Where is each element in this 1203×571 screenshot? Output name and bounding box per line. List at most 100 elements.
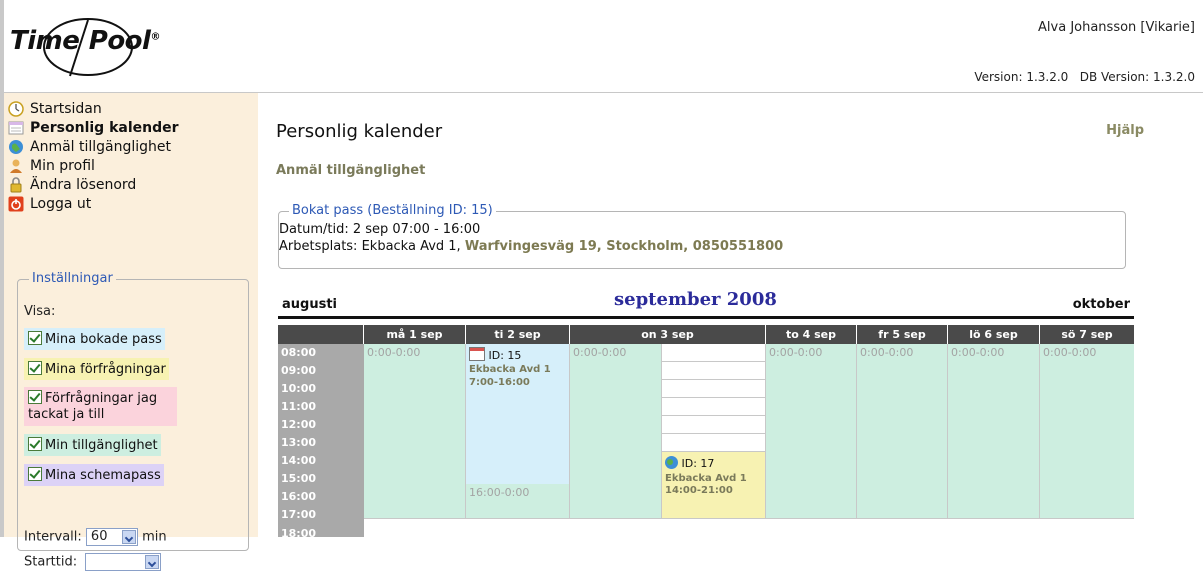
- day-cell: ID: 15 Ekbacka Avd 1 7:00-16:00 16:00-0:…: [466, 344, 570, 518]
- day-header: ti 2 sep: [466, 325, 570, 344]
- time-column: 08:00 09:00 10:00 11:00 12:00 13:00 14:0…: [278, 344, 364, 540]
- day-cell-availability[interactable]: 0:00-0:00: [857, 344, 948, 518]
- version-info: Version: 1.3.2.0 DB Version: 1.3.2.0: [974, 70, 1195, 84]
- checkbox-checked-icon[interactable]: [28, 331, 42, 345]
- booked-event[interactable]: ID: 15 Ekbacka Avd 1 7:00-16:00: [466, 344, 569, 485]
- day-cell-availability[interactable]: 0:00-0:00: [766, 344, 857, 518]
- day-cell-availability[interactable]: 16:00-0:00: [466, 484, 569, 518]
- availability-time: 16:00-0:00: [469, 486, 530, 499]
- day-header: lö 6 sep: [948, 325, 1040, 344]
- time-label: 11:00: [281, 400, 317, 413]
- checkbox-min-tillganglighet[interactable]: Min tillgänglighet: [24, 434, 161, 456]
- time-slot[interactable]: [662, 416, 765, 434]
- time-label: 13:00: [281, 436, 317, 449]
- month-navigation: augusti september 2008 oktober: [278, 287, 1134, 317]
- time-column-header: [278, 325, 364, 344]
- calendar-icon: [469, 347, 485, 361]
- availability-time: 0:00-0:00: [1043, 346, 1097, 359]
- nav-label: Personlig kalender: [30, 120, 179, 136]
- time-label: 12:00: [281, 418, 317, 431]
- checkbox-mina-schemapass[interactable]: Mina schemapass: [24, 464, 164, 486]
- starttid-row: Starttid:: [24, 553, 162, 571]
- day-header: to 4 sep: [766, 325, 857, 344]
- intervall-unit: min: [142, 529, 167, 545]
- prev-month-link[interactable]: augusti: [282, 297, 337, 312]
- checkbox-mina-forfragningar[interactable]: Mina förfrågningar: [24, 358, 169, 380]
- day-cell-availability[interactable]: 0:00-0:00: [948, 344, 1040, 518]
- lock-icon: [8, 177, 24, 193]
- current-user: Alva Johansson [Vikarie]: [1038, 20, 1195, 35]
- workplace-label: Arbetsplats: Ekbacka Avd 1,: [279, 239, 465, 254]
- availability-time: 0:00-0:00: [769, 346, 823, 359]
- timepool-logo[interactable]: Time.Pool®: [10, 14, 170, 78]
- day-cell-availability[interactable]: 0:00-0:00: [1040, 344, 1134, 518]
- time-label: 16:00: [281, 490, 317, 503]
- sidebar: Startsidan Personlig kalender Anmäl till…: [4, 93, 258, 571]
- intervall-label: Intervall:: [24, 529, 82, 545]
- checkbox-checked-icon[interactable]: [28, 467, 42, 481]
- time-label: 17:00: [281, 508, 317, 521]
- event-id: ID: 17: [665, 456, 714, 470]
- workplace-address: Warfvingesväg 19, Stockholm, 0850551800: [464, 239, 784, 254]
- booked-shift-title: Bokat pass (Beställning ID: 15): [289, 203, 496, 218]
- event-place: Ekbacka Avd 1: [665, 473, 747, 484]
- intervall-select[interactable]: 60: [85, 528, 138, 546]
- nav-label: Min profil: [30, 158, 95, 174]
- settings-title: Inställningar: [29, 271, 116, 286]
- settings-panel: Inställningar Visa: Mina bokade pass Min…: [17, 271, 249, 571]
- day-header: må 1 sep: [364, 325, 466, 344]
- nav-label: Logga ut: [30, 196, 92, 212]
- booked-shift-panel: Bokat pass (Beställning ID: 15) Datum/ti…: [278, 203, 1126, 269]
- next-month-link[interactable]: oktober: [1073, 297, 1130, 312]
- nav-personlig-kalender[interactable]: Personlig kalender: [8, 118, 179, 138]
- nav-anmal-tillganglighet[interactable]: Anmäl tillgänglighet: [8, 137, 171, 157]
- time-slot[interactable]: [662, 380, 765, 398]
- checkbox-mina-bokade-pass[interactable]: Mina bokade pass: [24, 328, 165, 350]
- nav-logga-ut[interactable]: Logga ut: [8, 194, 91, 214]
- empty-time-row: [364, 518, 1134, 538]
- request-event[interactable]: ID: 17 Ekbacka Avd 1 14:00-21:00: [662, 452, 765, 518]
- starttid-select[interactable]: [85, 553, 162, 571]
- power-icon: [8, 196, 24, 212]
- logo-text: Time.Pool®: [10, 26, 160, 56]
- time-slot[interactable]: [662, 344, 765, 362]
- checkbox-checked-icon[interactable]: [28, 390, 42, 404]
- help-link[interactable]: Hjälp: [1106, 123, 1144, 138]
- event-place: Ekbacka Avd 1: [469, 364, 551, 375]
- page-title: Personlig kalender: [276, 121, 443, 142]
- event-id: ID: 15: [469, 347, 521, 362]
- time-label: 08:00: [281, 346, 317, 359]
- checkbox-checked-icon[interactable]: [28, 361, 42, 375]
- nav-startsidan[interactable]: Startsidan: [8, 99, 102, 119]
- nav-label: Anmäl tillgänglighet: [30, 139, 172, 155]
- checkbox-forfragningar-tackat-ja[interactable]: Förfrågningar jag tackat ja till: [24, 387, 177, 426]
- header: Time.Pool® Alva Johansson [Vikarie] Vers…: [4, 0, 1203, 93]
- globe-icon: [8, 139, 24, 155]
- visa-label: Visa:: [24, 304, 56, 319]
- checkbox-label: Min tillgänglighet: [45, 438, 158, 453]
- day-header: sö 7 sep: [1040, 325, 1134, 344]
- nav-andra-losenord[interactable]: Ändra lösenord: [8, 175, 136, 195]
- time-label: 18:00: [281, 527, 317, 540]
- time-label: 10:00: [281, 382, 317, 395]
- globe-icon: [665, 456, 678, 469]
- booked-workplace: Arbetsplats: Ekbacka Avd 1, Warfvingesvä…: [279, 239, 783, 254]
- nav-label: Ändra lösenord: [30, 177, 137, 193]
- intervall-row: Intervall: 60 min: [24, 528, 167, 546]
- time-slot[interactable]: [662, 434, 765, 452]
- month-divider: [278, 316, 1134, 319]
- checkbox-checked-icon[interactable]: [28, 437, 42, 451]
- booked-datetime: Datum/tid: 2 sep 07:00 - 16:00: [279, 222, 481, 237]
- time-slot[interactable]: [662, 398, 765, 416]
- chevron-down-icon[interactable]: [121, 530, 136, 544]
- checkbox-label: Mina förfrågningar: [45, 362, 166, 377]
- nav-label: Startsidan: [30, 101, 102, 117]
- chevron-down-icon[interactable]: [145, 555, 160, 569]
- event-time: 14:00-21:00: [665, 485, 733, 496]
- nav-min-profil[interactable]: Min profil: [8, 156, 95, 176]
- day-header: on 3 sep: [570, 325, 766, 344]
- time-slot[interactable]: [662, 362, 765, 380]
- day-cell-availability[interactable]: 0:00-0:00: [570, 344, 662, 518]
- day-cell-availability[interactable]: 0:00-0:00: [364, 344, 466, 518]
- anmal-tillganglighet-link[interactable]: Anmäl tillgänglighet: [276, 163, 425, 178]
